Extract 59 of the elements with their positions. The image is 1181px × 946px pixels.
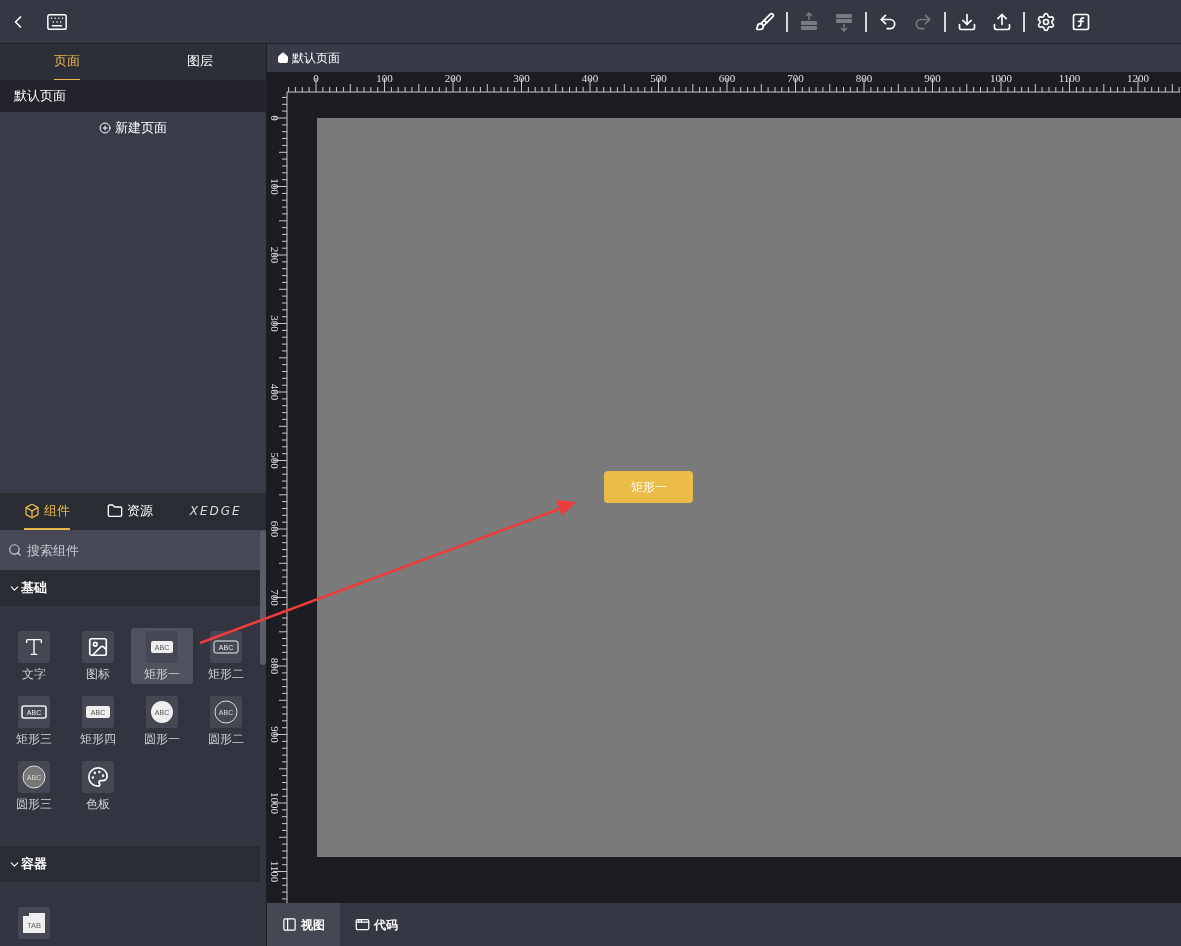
ruler-label: 700 [269,589,281,606]
component-tile[interactable]: 色板 [67,758,129,814]
new-page-button[interactable]: 新建页面 [99,118,167,138]
component-tile[interactable]: 图标 [67,628,129,684]
ruler-label: 1200 [1127,72,1149,84]
ruler-label: 1100 [269,860,281,883]
ruler-label: 800 [269,657,281,675]
cube-icon [24,502,41,519]
settings-icon [1036,11,1056,32]
component-icon [18,631,50,663]
scrollbar[interactable] [260,530,266,665]
component-tile[interactable]: 文字 [3,628,65,684]
undo-icon [878,11,898,32]
search-icon [8,543,22,557]
ruler-label: 400 [581,72,599,84]
logo-tab[interactable]: XEDGE [189,493,242,530]
ruler-label: 300 [269,315,281,332]
ruler-label: 900 [924,72,941,84]
ruler-label: 800 [855,72,873,84]
folder-icon [107,502,124,519]
window-icon [355,917,370,932]
ruler-label: 200 [269,246,281,264]
component-icon [82,761,114,793]
ruler-label: 100 [376,72,393,84]
panel-icon [282,917,297,932]
ruler-label: 1100 [1058,72,1081,84]
component-icon [82,631,114,663]
ruler-label: 100 [269,178,281,195]
function-icon [1071,11,1091,32]
download-icon [957,11,977,32]
ruler-label: 400 [269,383,281,401]
ruler-label: 500 [650,72,667,84]
ruler-label: 700 [787,72,804,84]
ruler-label: 200 [444,72,462,84]
upload-icon [992,11,1012,32]
breadcrumb[interactable]: 默认页面 [292,49,340,67]
view-tab[interactable]: 视图 [267,903,340,946]
ruler-label: 0 [313,72,319,84]
search-field[interactable]: 搜索组件 [0,530,260,570]
layer-up-icon [799,11,819,32]
ruler-label: 1000 [990,72,1012,84]
page-item[interactable]: 默认页面 [0,80,266,112]
view-tab[interactable]: 代码 [340,903,413,946]
ruler-label: 500 [269,452,281,469]
layer-down-icon [834,11,854,32]
ruler-label: 300 [513,72,530,84]
ruler-label: 1000 [269,792,281,814]
redo-icon [913,11,933,32]
ruler-label: 900 [269,726,281,743]
plus-icon [99,121,111,134]
home-icon [277,52,289,64]
panel-tab[interactable]: 图层 [133,44,266,80]
ruler-label: 600 [718,72,736,84]
section-header[interactable]: 容器 [0,846,260,882]
library-tab[interactable]: 资源 [107,493,154,530]
section-header[interactable]: 基础 [0,570,260,606]
ruler-label: 0 [269,115,281,121]
ruler-label: 600 [269,520,281,538]
brush-icon [755,11,775,32]
